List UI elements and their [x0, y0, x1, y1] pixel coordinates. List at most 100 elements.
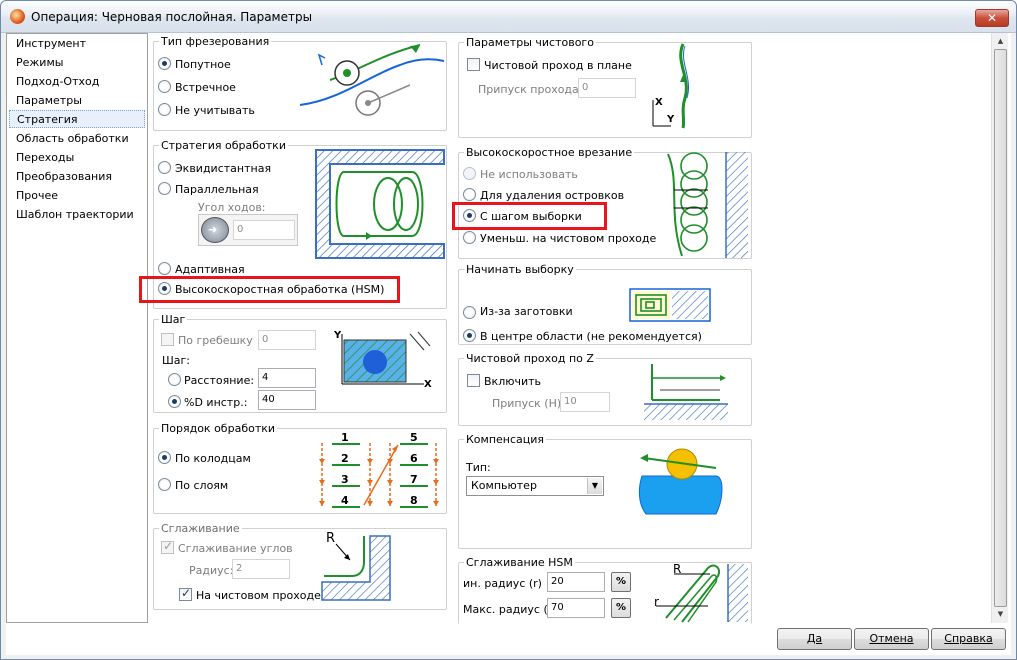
compensation-diagram	[638, 448, 723, 515]
finish-z-allowance-label: Припуск (H):	[492, 397, 565, 410]
title-bar: Операция: Черновая послойная. Параметры …	[1, 1, 1016, 33]
radio-entry-none[interactable]	[463, 167, 476, 180]
nav-item-parameters[interactable]: Параметры	[9, 92, 145, 110]
smoothing-r-label: R	[326, 531, 336, 546]
radio-entry-islands-label: Для удаления островков	[480, 189, 625, 202]
angle-label: Угол ходов:	[198, 201, 266, 214]
order-number-1: 1	[341, 431, 349, 444]
order-number-8: 8	[410, 494, 418, 507]
finish-z-title: Чистовой проход по Z	[464, 352, 596, 365]
nav-item-template[interactable]: Шаблон траектории	[9, 206, 145, 224]
radio-climb-label: Попутное	[175, 58, 231, 71]
radius-input[interactable]: 2	[232, 559, 290, 579]
ok-button[interactable]: Да	[777, 628, 852, 650]
hsm-min-radius-input[interactable]: 20	[547, 572, 605, 592]
strategy-diagram	[315, 149, 445, 259]
close-button[interactable]: ✕	[975, 9, 1009, 27]
hsm-max-radius-input[interactable]: 70	[547, 598, 605, 618]
radio-equidistant[interactable]	[158, 161, 171, 174]
radio-entry-reduce[interactable]	[463, 231, 476, 244]
compensation-title: Компенсация	[464, 433, 547, 446]
strategy-title: Стратегия обработки	[159, 139, 288, 152]
radio-parallel[interactable]	[158, 182, 171, 195]
nav-item-modes[interactable]: Режимы	[9, 54, 145, 72]
scroll-thumb[interactable]	[994, 49, 1007, 607]
cancel-button[interactable]: Отмена	[854, 628, 929, 650]
axis-x-label: X	[424, 379, 432, 390]
scallop-input[interactable]: 0	[258, 330, 316, 350]
distance-input[interactable]: 4	[258, 368, 316, 388]
checkbox-scallop-label: По гребешку	[178, 334, 253, 347]
angle-input[interactable]: 0	[233, 220, 295, 240]
hsm-r-big-label: R	[673, 562, 682, 576]
order-title: Порядок обработки	[159, 422, 278, 435]
radio-entry-islands[interactable]	[463, 188, 476, 201]
radio-percent-label: %D инстр.:	[184, 396, 248, 409]
hsm-smoothing-title: Сглаживание HSM	[464, 556, 575, 569]
compensation-type-value: Компьютер	[471, 479, 537, 492]
highlight-box-entry-step	[452, 202, 607, 230]
radio-by-layers[interactable]	[158, 478, 171, 491]
order-number-2: 2	[341, 452, 349, 465]
entry-diagram	[667, 152, 748, 258]
app-icon	[10, 9, 25, 24]
checkbox-plane-pass[interactable]	[467, 58, 480, 71]
compensation-type-label: Тип:	[466, 461, 491, 474]
help-button-label: Справка	[944, 632, 993, 645]
checkbox-corner-smoothing-label: Сглаживание углов	[178, 542, 293, 555]
radio-by-pockets-label: По колодцам	[175, 452, 251, 465]
axis-y-label: Y	[334, 330, 342, 341]
radio-distance[interactable]	[168, 373, 181, 386]
smoothing-title: Сглаживание	[159, 522, 242, 535]
hsm-max-percent-button[interactable]: %	[611, 598, 631, 618]
order-diagram	[319, 443, 439, 508]
checkbox-finish-z[interactable]	[467, 374, 480, 387]
checkbox-corner-smoothing[interactable]	[161, 539, 174, 554]
pass-allowance-input[interactable]: 0	[578, 78, 636, 98]
radio-adaptive[interactable]	[158, 262, 171, 275]
finish-plane-diagram	[652, 43, 689, 129]
nav-item-transitions[interactable]: Переходы	[9, 149, 145, 167]
start-pocket-diagram	[629, 288, 711, 322]
order-number-5: 5	[410, 431, 418, 444]
radio-conventional[interactable]	[158, 80, 171, 93]
window-title: Операция: Черновая послойная. Параметры	[31, 10, 313, 24]
scroll-down-icon[interactable]: ▼	[994, 607, 1007, 621]
radio-percent[interactable]	[168, 395, 181, 408]
radio-entry-reduce-label: Уменьш. на чистовом проходе	[480, 232, 657, 245]
radio-equidistant-label: Эквидистантная	[175, 162, 272, 175]
percent-input[interactable]: 40	[258, 390, 316, 410]
compensation-type-select[interactable]: Компьютер ▼	[466, 476, 604, 496]
nav-item-tool[interactable]: Инструмент	[9, 35, 145, 53]
order-number-6: 6	[410, 452, 418, 465]
nav-item-strategy[interactable]: Стратегия	[9, 110, 145, 128]
hs-entry-title: Высокоскоростное врезание	[464, 146, 635, 159]
nav-item-transforms[interactable]: Преобразования	[9, 168, 145, 186]
nav-item-other[interactable]: Прочее	[9, 187, 145, 205]
radio-climb[interactable]	[158, 57, 171, 70]
nav-item-approach[interactable]: Подход-Отход	[9, 73, 145, 91]
checkbox-scallop[interactable]	[161, 333, 174, 346]
order-number-4: 4	[341, 494, 349, 507]
hsm-min-percent-button[interactable]: %	[611, 572, 631, 592]
finish-z-allowance-input[interactable]: 10	[560, 392, 610, 412]
radio-from-stock[interactable]	[463, 306, 476, 319]
step-label: Шаг:	[162, 354, 190, 367]
radio-ignore[interactable]	[158, 103, 171, 116]
arrow-right-icon: ➜	[208, 223, 218, 236]
nav-item-area[interactable]: Область обработки	[9, 130, 145, 148]
radio-by-layers-label: По слоям	[175, 479, 229, 492]
highlight-box-hsm	[139, 276, 400, 303]
radio-parallel-label: Параллельная	[175, 183, 259, 196]
vertical-scrollbar[interactable]: ▲ ▼	[991, 33, 1008, 623]
radio-by-pockets[interactable]	[158, 451, 171, 464]
help-button[interactable]: Справка	[931, 628, 1006, 650]
order-number-7: 7	[410, 473, 418, 486]
cancel-button-label: Отмена	[869, 632, 914, 645]
start-pocket-title: Начинать выборку	[464, 263, 576, 276]
checkbox-finish-z-label: Включить	[484, 375, 542, 388]
radio-center-area[interactable]	[463, 329, 476, 342]
scroll-up-icon[interactable]: ▲	[994, 34, 1007, 48]
checkbox-finish-pass[interactable]	[179, 586, 192, 601]
hsm-max-radius-label: Макс. радиус (R)	[463, 603, 560, 616]
